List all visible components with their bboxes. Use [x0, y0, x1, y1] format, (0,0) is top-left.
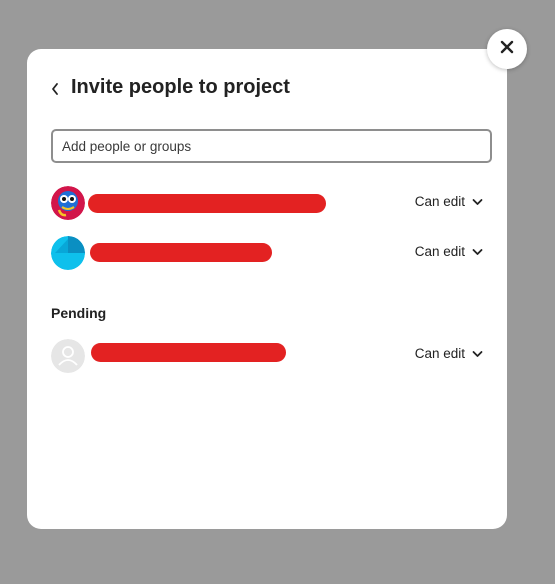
role-dropdown[interactable]: Can edit	[415, 194, 483, 209]
role-label: Can edit	[414, 244, 465, 259]
close-icon	[500, 40, 514, 59]
chevron-down-icon	[472, 194, 483, 209]
redacted-name	[91, 343, 286, 362]
role-label: Can edit	[414, 194, 465, 209]
pending-row: Can edit	[51, 339, 483, 375]
default-user-avatar-icon	[51, 339, 85, 373]
back-chevron-icon[interactable]	[47, 79, 63, 99]
pending-heading: Pending	[51, 305, 107, 321]
member-avatar	[51, 236, 85, 270]
member-row: Can edit	[51, 236, 483, 272]
redacted-name	[90, 243, 272, 262]
role-label: Can edit	[414, 346, 465, 361]
add-people-input[interactable]	[51, 129, 492, 163]
redacted-name	[88, 194, 326, 213]
role-dropdown[interactable]: Can edit	[415, 346, 483, 361]
role-dropdown[interactable]: Can edit	[415, 244, 483, 259]
member-row: Can edit	[51, 186, 483, 222]
invite-dialog: Invite people to project Can edit	[27, 49, 507, 529]
member-avatar	[51, 186, 85, 220]
chevron-down-icon	[472, 346, 483, 361]
close-button[interactable]	[487, 29, 527, 69]
dialog-title: Invite people to project	[71, 76, 290, 98]
chevron-down-icon	[472, 244, 483, 259]
